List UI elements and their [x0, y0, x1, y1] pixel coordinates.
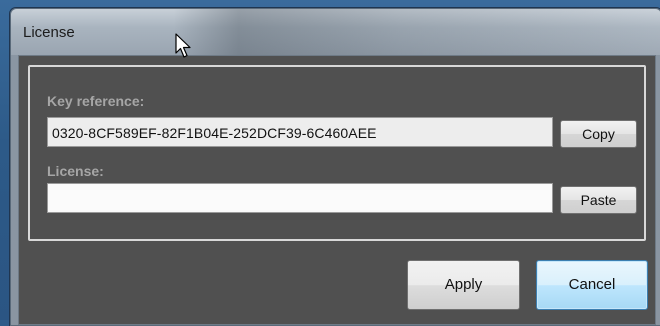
key-reference-value: 0320-8CF589EF-82F1B04E-252DCF39-6C460AEE	[52, 125, 377, 141]
license-input[interactable]	[47, 183, 553, 213]
license-dialog: License Key reference: 0320-8CF589EF-82F…	[10, 8, 660, 326]
key-reference-field[interactable]: 0320-8CF589EF-82F1B04E-252DCF39-6C460AEE	[47, 117, 553, 147]
paste-button[interactable]: Paste	[560, 186, 637, 214]
window-title: License	[23, 24, 75, 41]
mouse-pointer-icon	[175, 33, 191, 58]
key-reference-label: Key reference:	[47, 93, 145, 109]
title-bar[interactable]: License	[11, 9, 660, 55]
apply-button[interactable]: Apply	[407, 260, 520, 310]
cancel-button[interactable]: Cancel	[536, 260, 648, 310]
dialog-client-area: Key reference: 0320-8CF589EF-82F1B04E-25…	[18, 55, 656, 325]
copy-button[interactable]: Copy	[560, 120, 637, 148]
license-group-box: Key reference: 0320-8CF589EF-82F1B04E-25…	[28, 65, 646, 241]
license-label: License:	[47, 163, 104, 179]
